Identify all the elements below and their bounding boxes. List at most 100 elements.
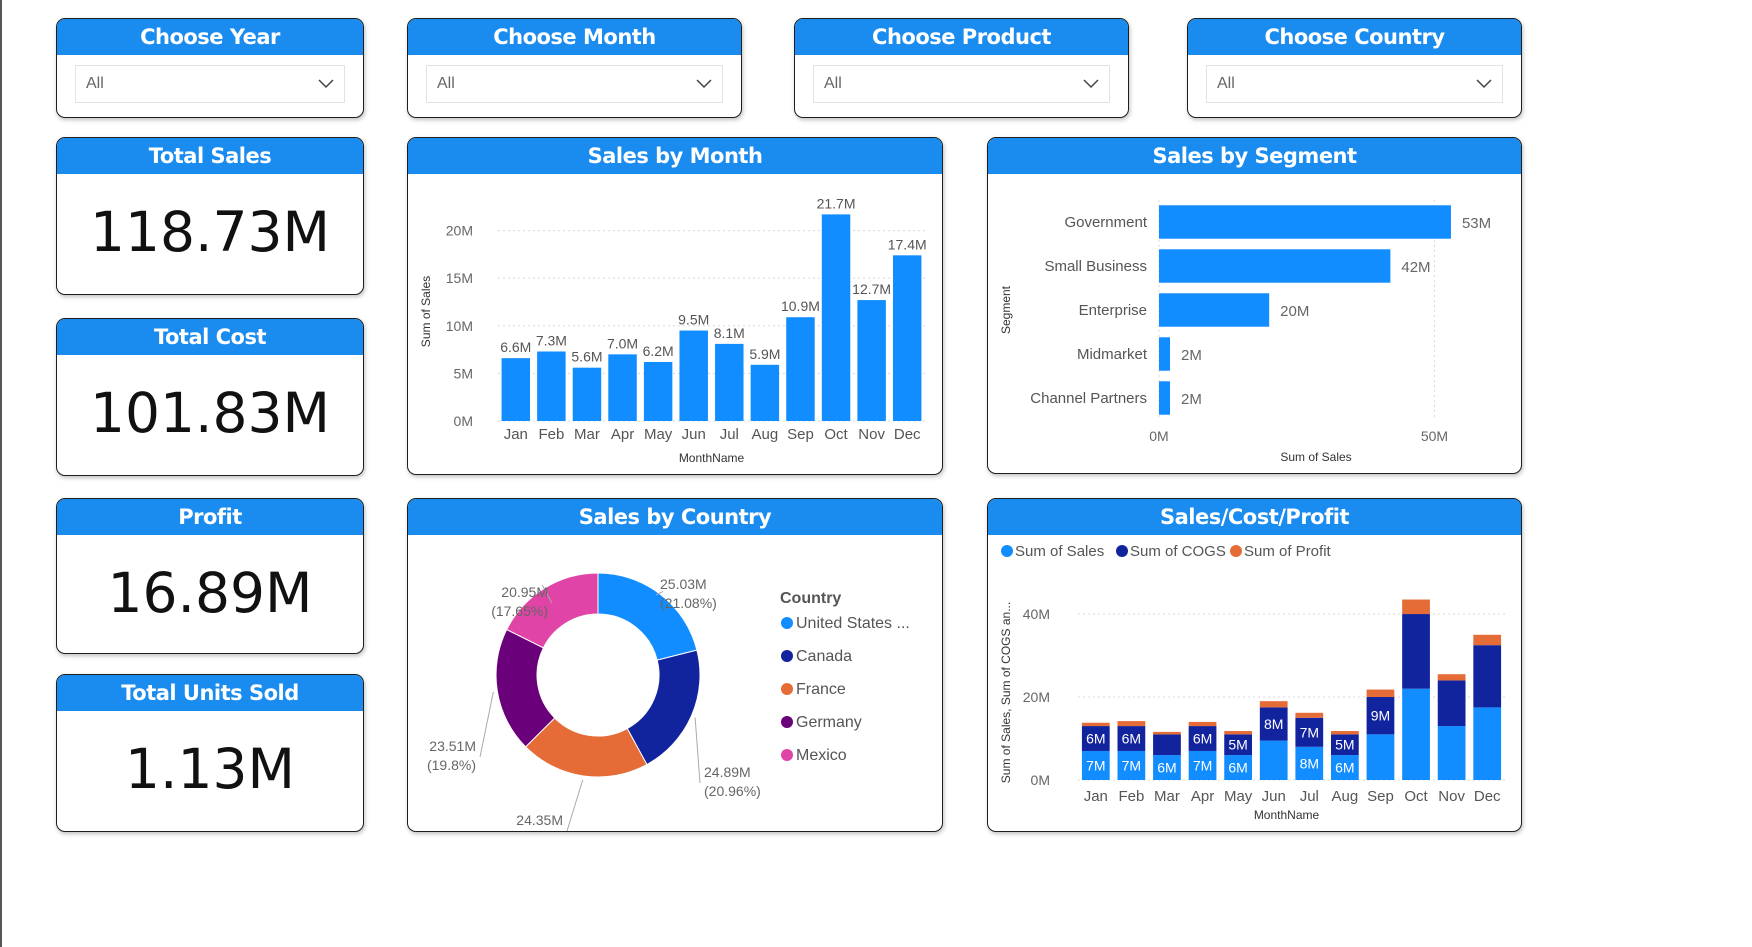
category-label: Enterprise bbox=[1079, 302, 1147, 319]
x-tick-label: Oct bbox=[824, 426, 848, 443]
slice-percent-label: (17.65%) bbox=[491, 603, 548, 619]
sales-by-month-title: Sales by Month bbox=[408, 138, 942, 174]
data-label: 6.6M bbox=[500, 339, 531, 355]
sales-by-month-card[interactable]: Sales by Month 0M 5M 10M 15M 20M 6.6M Jan 7.3M F… bbox=[407, 137, 943, 475]
year-dropdown[interactable]: All bbox=[75, 65, 345, 103]
bar-nov-cogs bbox=[1437, 680, 1466, 727]
segment-label: 5M bbox=[1335, 737, 1354, 753]
total-units-title: Total Units Sold bbox=[57, 675, 363, 711]
x-axis-title: MonthName bbox=[1254, 808, 1320, 822]
y-tick-label: 0M bbox=[454, 413, 473, 429]
total-cost-card: Total Cost 101.83M bbox=[56, 318, 364, 476]
segment-label: 5M bbox=[1228, 737, 1247, 753]
bar-enterprise bbox=[1159, 293, 1270, 327]
legend-label: United States ... bbox=[796, 615, 910, 632]
profit-value: 16.89M bbox=[107, 561, 313, 625]
sales-by-country-chart: 25.03M(21.08%)24.89M(20.96%)24.35M(20.51… bbox=[427, 572, 910, 831]
x-tick-label: Dec bbox=[894, 426, 921, 443]
sales-cost-profit-card[interactable]: Sales/Cost/Profit Sum of Sales Sum of COG… bbox=[987, 498, 1522, 832]
category-label: Government bbox=[1064, 214, 1147, 231]
x-tick-label: Aug bbox=[1332, 788, 1359, 805]
data-label: 12.7M bbox=[852, 281, 891, 297]
bar-dec bbox=[892, 255, 922, 421]
segment-label: 6M bbox=[1086, 731, 1105, 747]
slice-value-label: 25.03M bbox=[660, 576, 707, 592]
x-tick-label: Nov bbox=[1438, 788, 1465, 805]
legend-label: Sum of COGS bbox=[1130, 543, 1226, 560]
bar-midmarket bbox=[1159, 337, 1171, 371]
country-filter-title: Choose Country bbox=[1188, 19, 1521, 55]
category-label: Midmarket bbox=[1077, 346, 1148, 363]
total-units-card: Total Units Sold 1.13M bbox=[56, 674, 364, 832]
year-filter-title: Choose Year bbox=[57, 19, 363, 55]
legend-label: Canada bbox=[796, 648, 852, 665]
bar-mar-cogs bbox=[1153, 734, 1181, 756]
legend-marker bbox=[781, 650, 793, 662]
country-dropdown-value: All bbox=[1217, 75, 1235, 92]
profit-card: Profit 16.89M bbox=[56, 498, 364, 654]
country-dropdown[interactable]: All bbox=[1206, 65, 1503, 103]
bar-mar bbox=[572, 367, 602, 421]
x-tick-label: Jan bbox=[1084, 788, 1108, 805]
leader-line bbox=[479, 691, 494, 758]
x-tick-label: Sep bbox=[1367, 788, 1394, 805]
y-tick-label: 0M bbox=[1031, 772, 1050, 788]
month-filter-title: Choose Month bbox=[408, 19, 741, 55]
y-tick-label: 40M bbox=[1023, 606, 1050, 622]
y-tick-label: 20M bbox=[446, 223, 473, 239]
legend-label: Mexico bbox=[796, 747, 847, 764]
category-label: Small Business bbox=[1044, 258, 1147, 275]
month-filter-card: Choose Month All bbox=[407, 18, 742, 118]
chevron-down-icon bbox=[1476, 79, 1492, 89]
bar-jun-sales bbox=[1259, 740, 1288, 780]
bar-oct-profit bbox=[1402, 599, 1430, 615]
x-tick-label: Jan bbox=[504, 426, 528, 443]
bar-jun-profit bbox=[1259, 701, 1288, 708]
bar-channel-partners bbox=[1159, 381, 1171, 415]
x-tick-label: Apr bbox=[1191, 788, 1214, 805]
x-tick-label: Feb bbox=[538, 426, 564, 443]
slice-value-label: 20.95M bbox=[501, 584, 548, 600]
legend-marker bbox=[1116, 545, 1128, 557]
category-label: Channel Partners bbox=[1030, 390, 1147, 407]
bar-jul bbox=[715, 343, 744, 421]
bar-nov-sales bbox=[1437, 726, 1466, 780]
data-label: 5.9M bbox=[749, 346, 780, 362]
y-tick-label: 20M bbox=[1023, 689, 1050, 705]
product-dropdown[interactable]: All bbox=[813, 65, 1110, 103]
y-tick-label: 10M bbox=[446, 318, 473, 334]
chevron-down-icon bbox=[1083, 79, 1099, 89]
product-dropdown-value: All bbox=[824, 75, 842, 92]
x-tick-label: Apr bbox=[611, 426, 634, 443]
x-tick-label: Mar bbox=[574, 426, 600, 443]
data-label: 2M bbox=[1181, 391, 1202, 408]
sales-by-segment-card[interactable]: Sales by Segment 0M 50M Government 53M Small… bbox=[987, 137, 1522, 474]
bar-oct-sales bbox=[1402, 688, 1430, 780]
legend-title: Country bbox=[780, 590, 841, 607]
leader-line bbox=[566, 779, 584, 831]
bar-feb bbox=[537, 351, 566, 421]
total-cost-title: Total Cost bbox=[57, 319, 363, 355]
bar-may-profit bbox=[1224, 731, 1253, 735]
bar-dec-cogs bbox=[1473, 645, 1502, 708]
bar-sep-sales bbox=[1366, 734, 1395, 780]
data-label: 20M bbox=[1280, 303, 1309, 320]
bar-sep bbox=[786, 317, 815, 421]
bar-government bbox=[1159, 205, 1451, 239]
month-dropdown[interactable]: All bbox=[426, 65, 723, 103]
bar-sep-profit bbox=[1366, 689, 1395, 698]
legend-marker bbox=[1001, 545, 1013, 557]
legend-label: Sum of Sales bbox=[1015, 543, 1104, 560]
legend-marker bbox=[781, 749, 793, 761]
leader-line bbox=[694, 717, 701, 784]
bar-jul-profit bbox=[1295, 712, 1324, 718]
data-label: 10.9M bbox=[781, 298, 820, 314]
x-tick-label: May bbox=[1224, 788, 1253, 805]
total-cost-value: 101.83M bbox=[90, 381, 330, 445]
sales-by-country-card[interactable]: Sales by Country 25.03M (21.08%) 24.89M (20… bbox=[407, 498, 943, 832]
slice-percent-label: (20.96%) bbox=[704, 783, 761, 799]
segment-label: 6M bbox=[1157, 760, 1176, 776]
data-label: 8.1M bbox=[714, 325, 745, 341]
y-tick-label: 5M bbox=[454, 365, 473, 381]
x-tick-label: 0M bbox=[1149, 428, 1168, 444]
